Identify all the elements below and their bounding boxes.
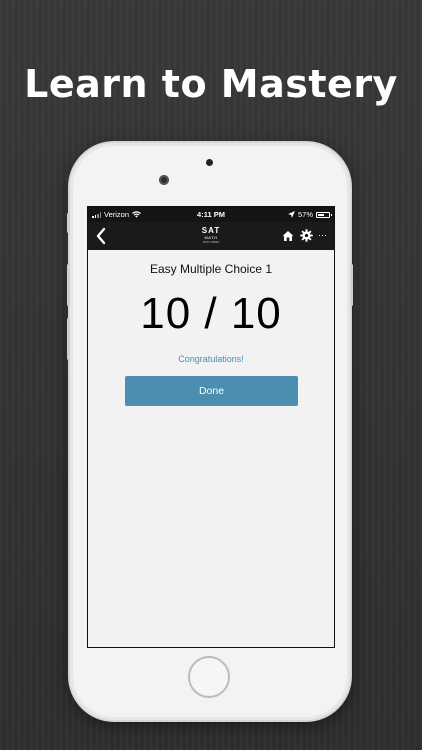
score-display: 10 / 10 <box>140 289 282 338</box>
chevron-left-icon[interactable] <box>94 226 108 246</box>
mute-switch <box>67 213 70 233</box>
done-button[interactable]: Done <box>125 376 298 406</box>
power-button <box>350 264 353 306</box>
volume-down-button <box>67 318 70 360</box>
status-bar: Verizon 4:11 PM 57% <box>88 207 334 222</box>
ellipsis-icon[interactable]: ··· <box>318 230 327 240</box>
home-button[interactable] <box>188 656 230 698</box>
logo-main: SAT <box>201 226 221 235</box>
logo-tag: TEST PREP <box>202 240 220 244</box>
gear-icon[interactable] <box>300 229 313 242</box>
volume-up-button <box>67 264 70 306</box>
front-camera <box>159 175 169 185</box>
result-content: Easy Multiple Choice 1 10 / 10 Congratul… <box>88 250 334 647</box>
status-right: 57% <box>287 210 332 219</box>
phone-frame: Verizon 4:11 PM 57% SAT MATH TEST PREP ·… <box>67 143 353 720</box>
battery-percent: 57% <box>297 210 313 219</box>
congrats-message: Congratulations! <box>178 354 244 364</box>
app-navbar: SAT MATH TEST PREP ··· <box>88 222 334 250</box>
quiz-title: Easy Multiple Choice 1 <box>149 262 273 276</box>
marketing-headline: Learn to Mastery <box>24 62 398 106</box>
earpiece-speaker <box>206 159 213 166</box>
app-logo: SAT MATH TEST PREP <box>200 227 222 244</box>
phone-screen: Verizon 4:11 PM 57% SAT MATH TEST PREP ·… <box>87 206 335 648</box>
home-icon[interactable] <box>282 230 294 242</box>
location-arrow-icon <box>287 211 295 218</box>
battery-icon <box>316 211 332 218</box>
